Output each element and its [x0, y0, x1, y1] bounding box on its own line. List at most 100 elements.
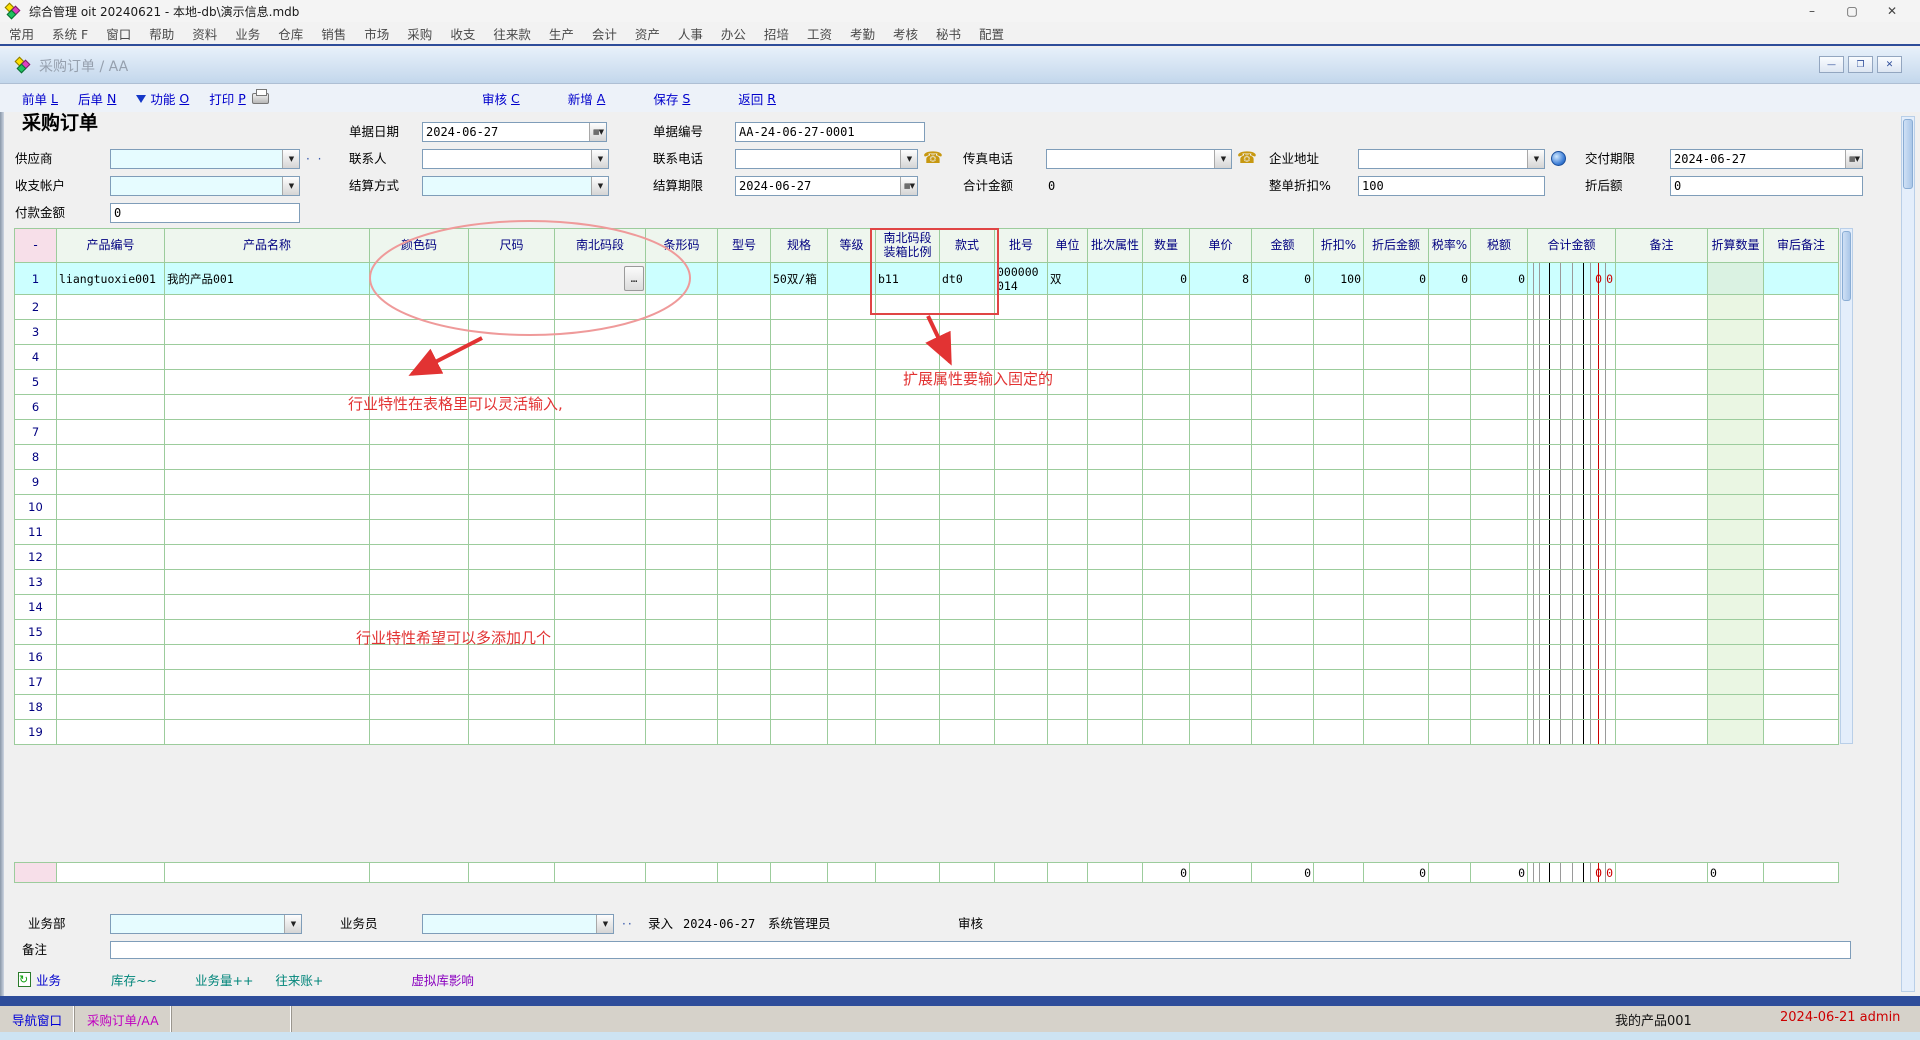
grid-cell-barcode[interactable]: [646, 620, 718, 645]
grid-header-batch_attr[interactable]: 批次属性: [1088, 229, 1143, 263]
grid-cell-size_code[interactable]: [469, 545, 555, 570]
grid-cell-discount[interactable]: [1314, 345, 1364, 370]
grid-cell-batch_attr[interactable]: [1088, 695, 1143, 720]
grid-cell-product_name[interactable]: [165, 595, 370, 620]
grid-cell-barcode[interactable]: [646, 645, 718, 670]
grid-cell-qty[interactable]: [1143, 645, 1190, 670]
grid-cell-ns_box_ratio[interactable]: [876, 420, 940, 445]
grid-cell-total[interactable]: [1528, 620, 1616, 645]
grid-cell-batch_no[interactable]: [995, 670, 1048, 695]
grid-cell-ns_segment[interactable]: [555, 445, 646, 470]
grid-cell-unit[interactable]: [1048, 695, 1088, 720]
grid-cell-batch_attr[interactable]: [1088, 620, 1143, 645]
grid-cell-discounted[interactable]: [1364, 720, 1429, 745]
grid-cell-unit[interactable]: [1048, 370, 1088, 395]
grid-header-model[interactable]: 型号: [718, 229, 771, 263]
grid-cell-model[interactable]: [718, 495, 771, 520]
grid-cell-unit[interactable]: [1048, 520, 1088, 545]
grid-cell-rownum[interactable]: 5: [15, 370, 57, 395]
grid-cell-amount[interactable]: [1252, 370, 1314, 395]
toolbar-button[interactable]: 新增A: [568, 89, 606, 108]
grid-cell-model[interactable]: [718, 620, 771, 645]
salesman-drill-dots[interactable]: ··: [622, 917, 634, 931]
grid-cell-conv_qty[interactable]: [1708, 495, 1764, 520]
grid-cell-product_name[interactable]: [165, 295, 370, 320]
grid-cell-tax[interactable]: [1471, 420, 1528, 445]
grid-cell-qty[interactable]: [1143, 420, 1190, 445]
grid-cell-grade[interactable]: [828, 470, 876, 495]
grid-cell-model[interactable]: [718, 295, 771, 320]
grid-cell-batch_attr[interactable]: [1088, 595, 1143, 620]
footer-link[interactable]: 业务量++: [195, 970, 253, 989]
grid-cell-barcode[interactable]: [646, 420, 718, 445]
grid-cell-batch_attr[interactable]: [1088, 445, 1143, 470]
grid-cell-color_code[interactable]: [370, 370, 469, 395]
grid-cell-tax[interactable]: [1471, 595, 1528, 620]
doc-restore-icon[interactable]: ❐: [1848, 56, 1873, 73]
menu-item[interactable]: 窗口: [97, 24, 140, 43]
grid-cell-grade[interactable]: [828, 645, 876, 670]
grid-cell-ns_box_ratio[interactable]: [876, 320, 940, 345]
grid-cell-product_name[interactable]: [165, 320, 370, 345]
grid-cell-batch_attr[interactable]: [1088, 370, 1143, 395]
grid-cell-spec[interactable]: [771, 395, 828, 420]
grid-cell-discounted[interactable]: [1364, 295, 1429, 320]
grid-cell-tax_rate[interactable]: [1429, 495, 1471, 520]
grid-cell-model[interactable]: [718, 570, 771, 595]
grid-cell-price[interactable]: [1190, 595, 1252, 620]
grid-cell-audit_remark[interactable]: [1764, 620, 1839, 645]
grid-cell-tax_rate[interactable]: [1429, 345, 1471, 370]
grid-cell-remark[interactable]: [1616, 695, 1708, 720]
grid-cell-product_name[interactable]: [165, 520, 370, 545]
grid-cell-tax[interactable]: 0: [1471, 263, 1528, 295]
grid-cell-ns_box_ratio[interactable]: [876, 720, 940, 745]
chevron-down-icon[interactable]: ▼: [284, 915, 301, 933]
grid-cell-ns_box_ratio[interactable]: [876, 520, 940, 545]
grid-cell-ns_segment[interactable]: [555, 695, 646, 720]
grid-cell-grade[interactable]: [828, 670, 876, 695]
grid-cell-style[interactable]: dt0: [940, 263, 995, 295]
grid-cell-qty[interactable]: [1143, 670, 1190, 695]
grid-cell-batch_no[interactable]: [995, 570, 1048, 595]
grid-cell-remark[interactable]: [1616, 545, 1708, 570]
menu-item[interactable]: 常用: [0, 24, 43, 43]
footer-link[interactable]: 虚拟库影响: [411, 970, 474, 989]
grid-header-discount[interactable]: 折扣%: [1314, 229, 1364, 263]
grid-cell-style[interactable]: [940, 570, 995, 595]
menu-item[interactable]: 系统 F: [43, 24, 97, 43]
grid-cell-color_code[interactable]: [370, 695, 469, 720]
grid-cell-product_no[interactable]: [57, 420, 165, 445]
grid-cell-tax[interactable]: [1471, 495, 1528, 520]
grid-cell-amount[interactable]: [1252, 420, 1314, 445]
grid-cell-size_code[interactable]: [469, 320, 555, 345]
grid-cell-color_code[interactable]: [370, 295, 469, 320]
grid-cell-amount[interactable]: [1252, 545, 1314, 570]
grid-cell-barcode[interactable]: [646, 670, 718, 695]
grid-cell-tax[interactable]: [1471, 520, 1528, 545]
grid-header-qty[interactable]: 数量: [1143, 229, 1190, 263]
grid-cell-rownum[interactable]: 19: [15, 720, 57, 745]
grid-cell-model[interactable]: [718, 370, 771, 395]
grid-cell-barcode[interactable]: [646, 470, 718, 495]
grid-cell-discounted[interactable]: [1364, 495, 1429, 520]
grid-cell-barcode[interactable]: [646, 263, 718, 295]
grid-cell-tax_rate[interactable]: [1429, 620, 1471, 645]
grid-cell-discounted[interactable]: [1364, 670, 1429, 695]
grid-cell-size_code[interactable]: [469, 720, 555, 745]
grid-cell-remark[interactable]: [1616, 520, 1708, 545]
grid-cell-tax[interactable]: [1471, 570, 1528, 595]
grid-cell-model[interactable]: [718, 520, 771, 545]
phone-icon[interactable]: ☎: [1237, 148, 1257, 168]
grid-header-remark[interactable]: 备注: [1616, 229, 1708, 263]
grid-header-spec[interactable]: 规格: [771, 229, 828, 263]
grid-cell-product_name[interactable]: [165, 495, 370, 520]
grid-cell-audit_remark[interactable]: [1764, 345, 1839, 370]
deliver-date-combo[interactable]: 2024-06-27 ▦▼: [1670, 149, 1863, 169]
grid-cell-rownum[interactable]: 13: [15, 570, 57, 595]
grid-cell-rownum[interactable]: 11: [15, 520, 57, 545]
grid-cell-barcode[interactable]: [646, 370, 718, 395]
toolbar-button[interactable]: 功能O: [136, 89, 189, 108]
grid-cell-grade[interactable]: [828, 320, 876, 345]
grid-cell-batch_no[interactable]: [995, 720, 1048, 745]
grid-header-amount[interactable]: 金额: [1252, 229, 1314, 263]
